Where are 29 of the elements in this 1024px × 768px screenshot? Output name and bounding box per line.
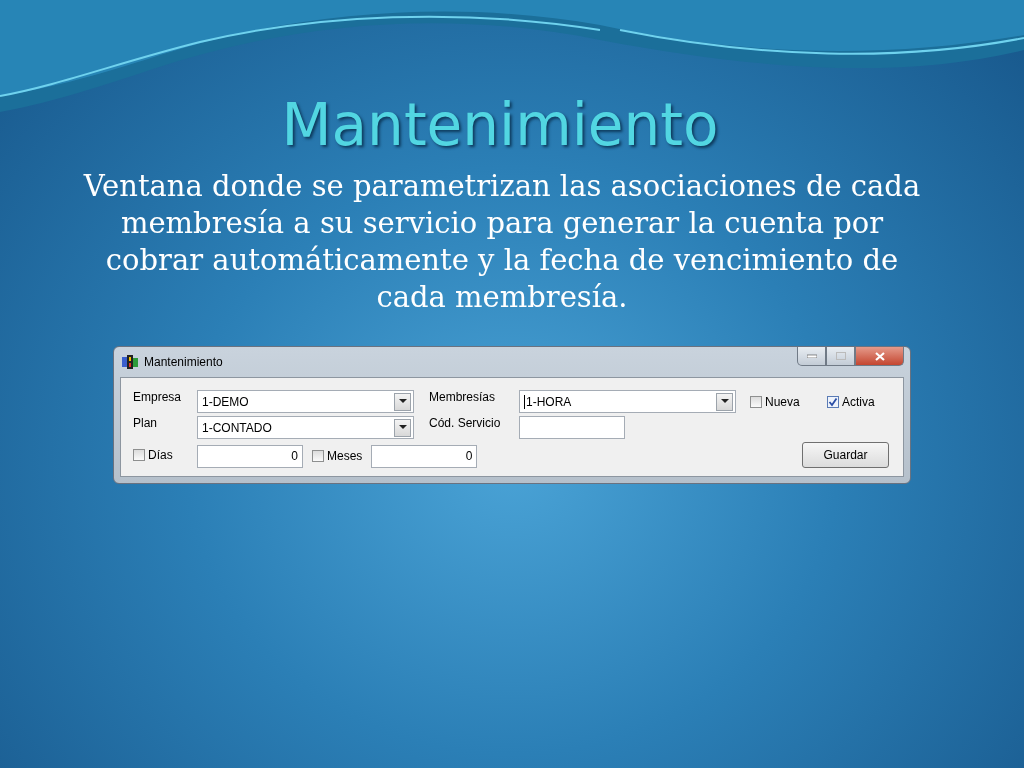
input-field[interactable]: 0 xyxy=(371,444,478,468)
triangle-icon xyxy=(398,425,407,430)
minimize-button[interactable] xyxy=(797,347,826,366)
app-icon xyxy=(122,355,138,369)
window-title: Mantenimiento xyxy=(144,355,223,369)
slide-title: Mantenimiento xyxy=(281,90,719,161)
close-button[interactable] xyxy=(855,347,904,366)
checkbox[interactable]: Nueva xyxy=(750,394,827,409)
maximize-button[interactable] xyxy=(826,347,855,366)
checkbox[interactable]: Activa xyxy=(827,394,897,409)
triangle-icon xyxy=(398,399,407,404)
triangle-icon xyxy=(720,399,729,404)
field-label: Cód. Servicio xyxy=(429,416,502,430)
combo-box[interactable]: 1-HORA xyxy=(519,390,736,413)
slide-description: Ventana donde se parametrizan las asociaciones de cada membresía a su servicio para generar la cuenta por cobrar automáticamente y la fecha de vencimiento de cada membresía. xyxy=(82,168,922,316)
combo-box[interactable]: 1-CONTADO xyxy=(197,416,414,439)
field-label: Empresa xyxy=(133,390,183,404)
input-field[interactable]: 0 xyxy=(197,444,303,468)
maximize-icon xyxy=(835,352,846,360)
field-label: Membresías xyxy=(429,390,497,404)
combo-box[interactable]: 1-DEMO xyxy=(197,390,414,413)
close-icon xyxy=(874,351,885,361)
minimize-icon xyxy=(806,354,817,358)
checkbox[interactable]: Días xyxy=(133,448,197,462)
field-label: Plan xyxy=(133,416,159,430)
save-button[interactable]: Guardar xyxy=(802,442,889,468)
checkmark-icon xyxy=(828,396,838,407)
checkbox[interactable]: Meses xyxy=(312,449,363,463)
input-field[interactable] xyxy=(519,416,625,439)
